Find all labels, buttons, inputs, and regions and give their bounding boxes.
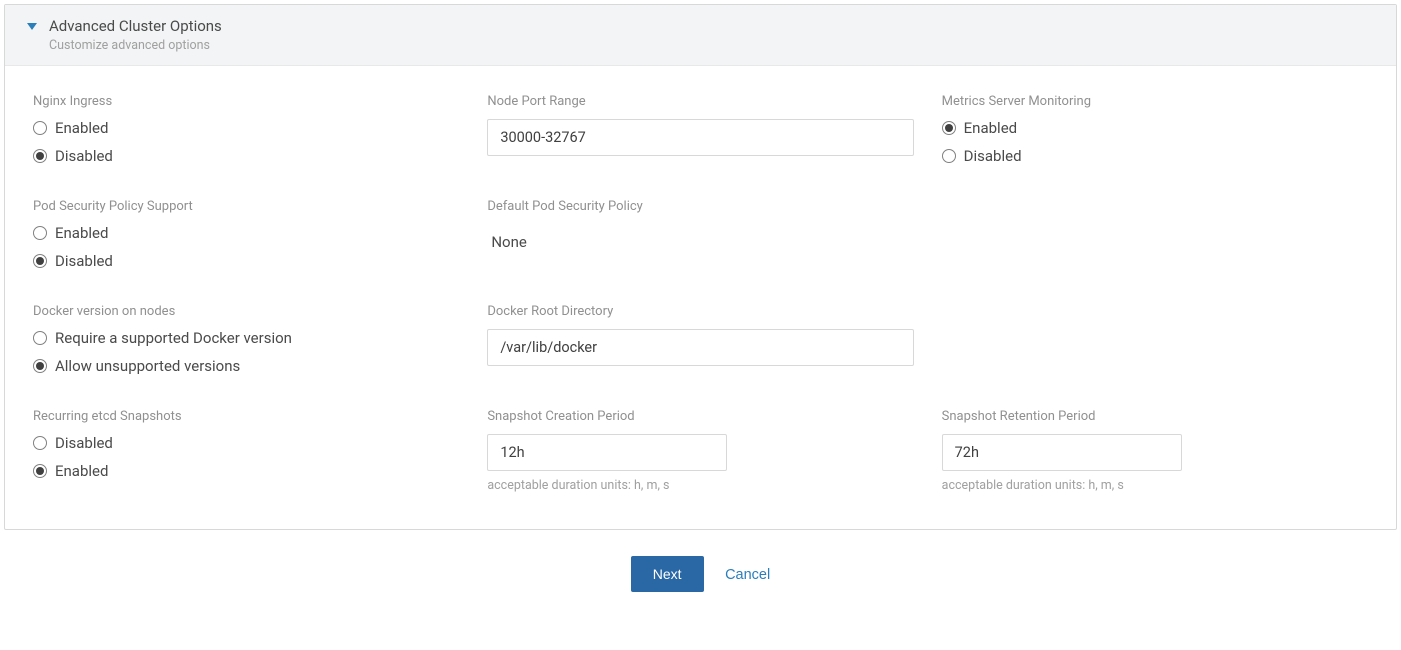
snapshot-creation-period-label: Snapshot Creation Period	[487, 409, 913, 424]
radio-icon	[33, 254, 47, 268]
snapshot-creation-period-input[interactable]	[487, 434, 727, 471]
radio-icon	[942, 149, 956, 163]
pod-security-policy-label: Pod Security Policy Support	[33, 199, 459, 214]
snapshot-retention-period-help: acceptable duration units: h, m, s	[942, 478, 1368, 493]
radio-icon	[942, 121, 956, 135]
etcd-snapshots-radio-group: Disabled Enabled	[33, 434, 459, 480]
radio-icon	[33, 464, 47, 478]
radio-label: Disabled	[55, 147, 113, 165]
etcd-snapshots-label: Recurring etcd Snapshots	[33, 409, 459, 424]
radio-label: Enabled	[55, 224, 108, 242]
radio-icon	[33, 359, 47, 373]
nginx-ingress-label: Nginx Ingress	[33, 94, 459, 109]
node-port-range-input[interactable]	[487, 119, 913, 156]
disclosure-triangle-icon	[27, 23, 37, 30]
cancel-button[interactable]: Cancel	[725, 567, 770, 583]
radio-icon	[33, 436, 47, 450]
etcd-snapshots-enabled-radio[interactable]: Enabled	[33, 462, 459, 480]
pod-security-policy-disabled-radio[interactable]: Disabled	[33, 252, 459, 270]
etcd-snapshots-disabled-radio[interactable]: Disabled	[33, 434, 459, 452]
nginx-ingress-enabled-radio[interactable]: Enabled	[33, 119, 459, 137]
radio-label: Enabled	[55, 119, 108, 137]
radio-icon	[33, 121, 47, 135]
metrics-server-enabled-radio[interactable]: Enabled	[942, 119, 1368, 137]
panel-body: Nginx Ingress Enabled Disabled Node Port…	[5, 66, 1396, 529]
snapshot-retention-period-input[interactable]	[942, 434, 1182, 471]
docker-version-allow-radio[interactable]: Allow unsupported versions	[33, 357, 459, 375]
docker-version-label: Docker version on nodes	[33, 304, 459, 319]
radio-label: Disabled	[55, 434, 113, 452]
radio-icon	[33, 226, 47, 240]
radio-label: Allow unsupported versions	[55, 357, 240, 375]
panel-subtitle: Customize advanced options	[49, 38, 1376, 53]
advanced-cluster-options-panel: Advanced Cluster Options Customize advan…	[4, 4, 1397, 530]
radio-label: Disabled	[55, 252, 113, 270]
docker-version-require-radio[interactable]: Require a supported Docker version	[33, 329, 459, 347]
radio-icon	[33, 149, 47, 163]
metrics-server-label: Metrics Server Monitoring	[942, 94, 1368, 109]
pod-security-policy-radio-group: Enabled Disabled	[33, 224, 459, 270]
metrics-server-radio-group: Enabled Disabled	[942, 119, 1368, 165]
footer-actions: Next Cancel	[0, 534, 1401, 604]
node-port-range-label: Node Port Range	[487, 94, 913, 109]
radio-label: Enabled	[964, 119, 1017, 137]
radio-label: Disabled	[964, 147, 1022, 165]
docker-version-radio-group: Require a supported Docker version Allow…	[33, 329, 459, 375]
radio-icon	[33, 331, 47, 345]
next-button[interactable]: Next	[631, 556, 704, 592]
panel-title: Advanced Cluster Options	[49, 17, 1376, 35]
nginx-ingress-radio-group: Enabled Disabled	[33, 119, 459, 165]
snapshot-creation-period-help: acceptable duration units: h, m, s	[487, 478, 913, 493]
snapshot-retention-period-label: Snapshot Retention Period	[942, 409, 1368, 424]
pod-security-policy-enabled-radio[interactable]: Enabled	[33, 224, 459, 242]
radio-label: Enabled	[55, 462, 108, 480]
radio-label: Require a supported Docker version	[55, 329, 292, 347]
docker-root-directory-label: Docker Root Directory	[487, 304, 913, 319]
default-pod-security-policy-value: None	[487, 224, 913, 260]
panel-header[interactable]: Advanced Cluster Options Customize advan…	[5, 5, 1396, 66]
metrics-server-disabled-radio[interactable]: Disabled	[942, 147, 1368, 165]
nginx-ingress-disabled-radio[interactable]: Disabled	[33, 147, 459, 165]
docker-root-directory-input[interactable]	[487, 329, 913, 366]
default-pod-security-policy-label: Default Pod Security Policy	[487, 199, 913, 214]
